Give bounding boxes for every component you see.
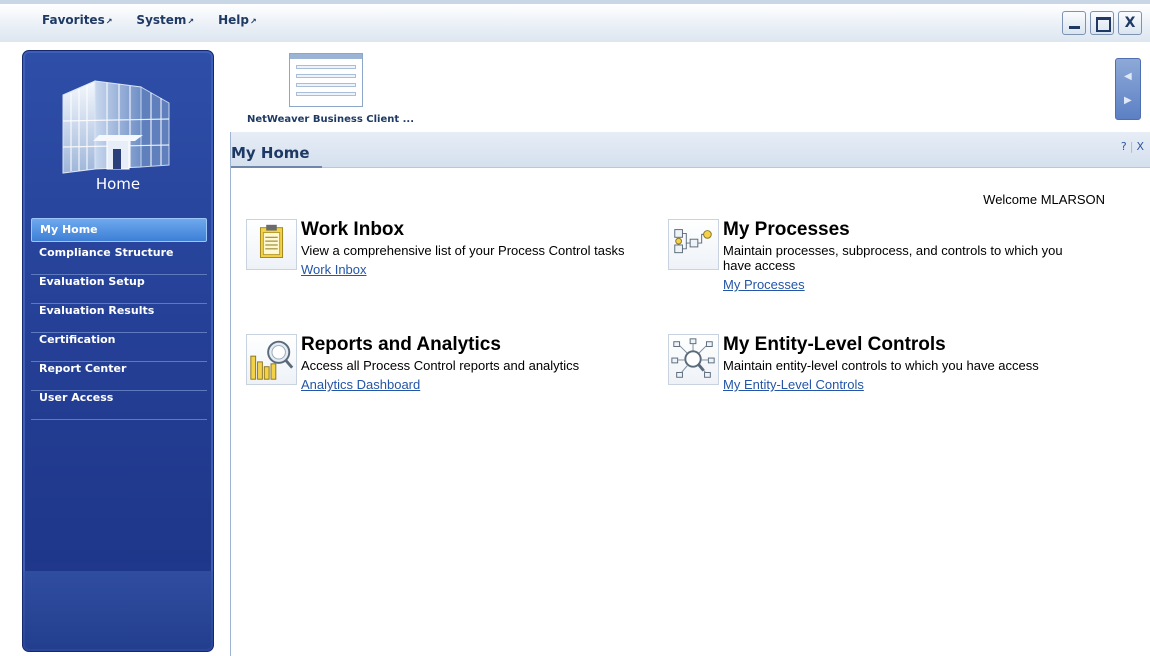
sidebar-item-report-center[interactable]: Report Center: [31, 362, 207, 391]
maximize-button[interactable]: [1090, 11, 1114, 35]
thumbnail-row: [296, 83, 356, 87]
scroll-left-icon[interactable]: ◀: [1124, 71, 1132, 82]
entity-level-controls-link[interactable]: My Entity-Level Controls: [723, 377, 864, 392]
page-title-text: My Home: [231, 144, 310, 162]
launcher-scroll: ◀ ▶: [1115, 58, 1141, 120]
thumbnail-row: [296, 92, 356, 96]
process-flow-icon: [668, 219, 719, 270]
launcher-strip: NetWeaver Business Client ... ◀ ▶: [216, 44, 1150, 130]
close-window-button[interactable]: X: [1118, 11, 1142, 35]
tile-title: Reports and Analytics: [301, 334, 501, 355]
sidebar-item-compliance-structure[interactable]: Compliance Structure: [31, 246, 207, 275]
launcher-thumbnail[interactable]: [289, 53, 363, 107]
help-button[interactable]: ?: [1121, 140, 1127, 153]
welcome-text: Welcome MLARSON: [983, 192, 1105, 207]
tile-description: View a comprehensive list of your Proces…: [301, 243, 625, 258]
tile-title: My Entity-Level Controls: [723, 334, 946, 355]
tile-title: Work Inbox: [301, 219, 405, 240]
work-inbox-link[interactable]: Work Inbox: [301, 262, 367, 277]
thumbnail-header: [290, 54, 362, 59]
sidebar-nav: My Home Compliance Structure Evaluation …: [31, 218, 207, 420]
sidebar-item-evaluation-results[interactable]: Evaluation Results: [31, 304, 207, 333]
menu-favorites[interactable]: Favorites: [42, 13, 112, 27]
sidebar-footer: [23, 571, 213, 651]
main-panel: My Home ? | X Welcome MLARSON Work Inbox V…: [230, 132, 1150, 656]
entity-network-icon: [668, 334, 719, 385]
clipboard-icon: [246, 219, 297, 270]
minimize-button[interactable]: [1062, 11, 1086, 35]
panel-header: My Home ? | X: [231, 132, 1150, 168]
thumbnail-row: [296, 65, 356, 69]
sidebar-item-certification[interactable]: Certification: [31, 333, 207, 362]
sidebar-title: Home: [95, 175, 141, 193]
panel-tools: ? | X: [1121, 140, 1144, 153]
tools-separator: |: [1129, 140, 1134, 153]
tile-description: Maintain processes, subprocess, and cont…: [723, 243, 1063, 273]
panel-close-button[interactable]: X: [1136, 140, 1144, 153]
sidebar-item-user-access[interactable]: User Access: [31, 391, 207, 420]
menu-help[interactable]: Help: [218, 13, 257, 27]
tile-title: My Processes: [723, 219, 850, 240]
my-processes-link[interactable]: My Processes: [723, 277, 805, 292]
menu-bar: Favorites System Help X: [0, 0, 1150, 42]
sidebar-item-my-home[interactable]: My Home: [31, 218, 207, 242]
sidebar-item-evaluation-setup[interactable]: Evaluation Setup: [31, 275, 207, 304]
report-chart-icon: [246, 334, 297, 385]
analytics-dashboard-link[interactable]: Analytics Dashboard: [301, 377, 420, 392]
tile-description: Access all Process Control reports and a…: [301, 358, 580, 373]
menu-system[interactable]: System: [136, 13, 194, 27]
scroll-right-icon[interactable]: ▶: [1124, 95, 1132, 106]
launcher-item-label[interactable]: NetWeaver Business Client ...: [247, 114, 414, 125]
sidebar: Home My Home Compliance Structure Evalua…: [22, 50, 214, 652]
page-title: My Home: [231, 144, 322, 168]
tile-description: Maintain entity-level controls to which …: [723, 358, 1039, 373]
thumbnail-row: [296, 74, 356, 78]
